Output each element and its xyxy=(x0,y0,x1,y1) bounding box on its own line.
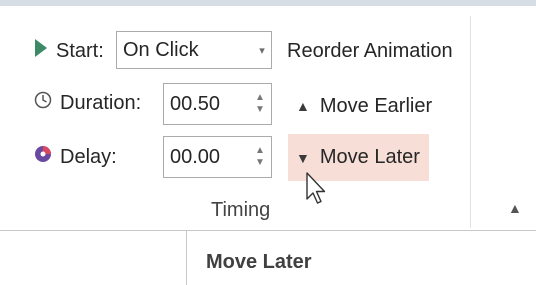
duration-label-text: Duration: xyxy=(60,92,142,114)
move-later-label: Move Later xyxy=(319,146,420,168)
delay-label: Delay: xyxy=(34,145,117,169)
delay-value: 00.00 xyxy=(170,145,221,168)
start-dropdown[interactable]: On Click ▾ xyxy=(116,31,272,69)
triangle-up-icon: ▲ xyxy=(296,98,310,114)
chevron-up-icon[interactable]: ▲ xyxy=(508,200,522,216)
move-earlier-button[interactable]: ▲ Move Earlier xyxy=(288,86,448,126)
triangle-down-icon: ▼ xyxy=(296,149,310,166)
clock-icon xyxy=(34,91,52,115)
delay-icon xyxy=(34,145,52,169)
ribbon-top-border xyxy=(0,0,536,6)
tooltip-title: Move Later xyxy=(206,251,312,273)
animations-ribbon: Start: On Click ▾ Duration: 00.50 ▲ ▼ De… xyxy=(0,0,536,231)
group-separator xyxy=(470,16,471,228)
delay-input[interactable]: 00.00 ▲ ▼ xyxy=(163,136,272,178)
mouse-pointer-icon xyxy=(305,171,327,212)
spin-up-icon[interactable]: ▲ xyxy=(255,145,265,157)
move-earlier-label: Move Earlier xyxy=(319,94,433,117)
spin-up-icon[interactable]: ▲ xyxy=(255,92,265,104)
reorder-animation-title: Reorder Animation xyxy=(287,40,453,62)
duration-label: Duration: xyxy=(34,91,141,115)
spin-down-icon[interactable]: ▼ xyxy=(255,157,265,169)
duration-input[interactable]: 00.50 ▲ ▼ xyxy=(163,83,272,125)
duration-spinner[interactable]: ▲ ▼ xyxy=(249,84,271,124)
duration-value: 00.50 xyxy=(170,92,221,115)
start-dropdown-value: On Click xyxy=(123,38,199,61)
timing-group-title: Timing xyxy=(211,199,271,221)
delay-label-text: Delay: xyxy=(60,146,117,168)
spin-down-icon[interactable]: ▼ xyxy=(255,104,265,116)
start-label-text: Start: xyxy=(56,40,104,62)
chevron-down-icon[interactable]: ▾ xyxy=(253,44,271,57)
play-triangle-icon xyxy=(34,38,48,64)
start-label: Start: xyxy=(34,38,104,64)
delay-spinner[interactable]: ▲ ▼ xyxy=(249,137,271,177)
tooltip-left-border xyxy=(186,231,187,285)
